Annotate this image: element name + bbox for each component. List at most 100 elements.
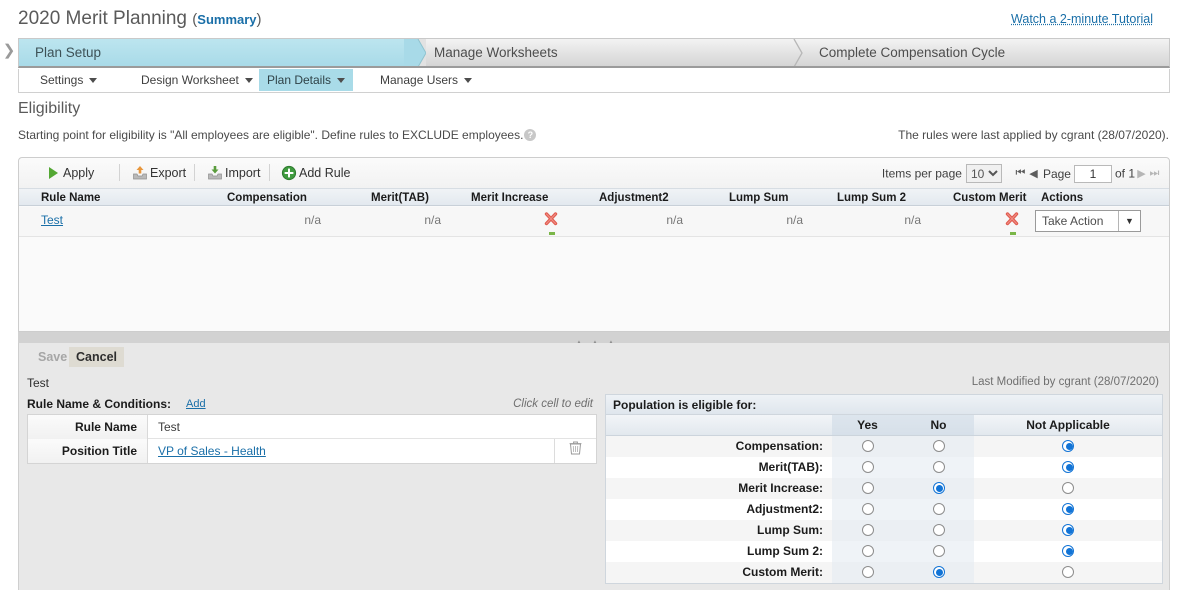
radio-cell-no[interactable] bbox=[903, 436, 974, 457]
radio-custom-merit-yes[interactable] bbox=[861, 565, 874, 578]
wizard-step-complete-cycle[interactable]: Complete Compensation Cycle bbox=[819, 39, 1164, 66]
radio-cell-yes[interactable] bbox=[832, 478, 903, 499]
prev-page-icon[interactable]: ◀ bbox=[1027, 167, 1040, 180]
radio-cell-yes[interactable] bbox=[832, 457, 903, 478]
radio-lump-sum-yes[interactable] bbox=[861, 523, 874, 536]
menu-item-manage-users[interactable]: Manage Users bbox=[371, 69, 481, 91]
menu-item-label: Plan Details bbox=[266, 73, 332, 87]
radio-compensation-not-applicable[interactable] bbox=[1062, 439, 1074, 452]
export-button[interactable]: Export bbox=[132, 164, 186, 182]
section-description: Starting point for eligibility is "All e… bbox=[18, 128, 537, 142]
radio-cell-yes[interactable] bbox=[832, 436, 903, 457]
cell-merit-tab: n/a bbox=[424, 213, 441, 227]
radio-lump-sum-not-applicable[interactable] bbox=[1062, 523, 1074, 536]
radio-cell-no[interactable] bbox=[903, 499, 974, 520]
last-page-icon[interactable]: ⏭ bbox=[1148, 167, 1161, 180]
radio-cell-not-applicable[interactable] bbox=[974, 541, 1162, 562]
radio-adjustment2-no[interactable] bbox=[932, 502, 945, 515]
eligibility-row-label: Adjustment2: bbox=[746, 502, 823, 516]
take-action-dropdown[interactable]: Take Action ▼ bbox=[1035, 210, 1141, 232]
radio-cell-not-applicable[interactable] bbox=[974, 520, 1162, 541]
wizard-step-manage-worksheets[interactable]: Manage Worksheets bbox=[434, 39, 789, 66]
radio-adjustment2-not-applicable[interactable] bbox=[1062, 502, 1074, 515]
apply-button[interactable]: Apply bbox=[45, 164, 94, 182]
radio-lump-sum-2-no[interactable] bbox=[932, 544, 945, 557]
items-per-page-select[interactable]: 10 bbox=[965, 164, 1002, 183]
radio-custom-merit-no[interactable] bbox=[932, 565, 945, 578]
condition-row-position-title: Position Title VP of Sales - Health bbox=[28, 439, 596, 463]
condition-value-rule-name[interactable]: Test bbox=[149, 415, 596, 439]
menu-item-settings[interactable]: Settings bbox=[31, 69, 106, 91]
page-label: Page bbox=[1042, 166, 1071, 181]
column-header-custom-merit[interactable]: Custom Merit bbox=[953, 189, 1026, 207]
radio-merit-increase-yes[interactable] bbox=[861, 481, 874, 494]
column-header-lump-sum-2[interactable]: Lump Sum 2 bbox=[837, 189, 906, 207]
column-header-merit-tab[interactable]: Merit(TAB) bbox=[371, 189, 429, 207]
section-title: Eligibility bbox=[18, 100, 81, 117]
radio-compensation-yes[interactable] bbox=[861, 439, 874, 452]
column-header-actions[interactable]: Actions bbox=[1041, 189, 1083, 207]
radio-merit-tab-no[interactable] bbox=[932, 460, 945, 473]
import-button[interactable]: Import bbox=[207, 164, 260, 182]
chevron-right-icon[interactable]: ❯ bbox=[2, 40, 16, 62]
column-header-compensation[interactable]: Compensation bbox=[227, 189, 307, 207]
radio-compensation-no[interactable] bbox=[932, 439, 945, 452]
rule-conditions-title: Rule Name & Conditions: bbox=[27, 397, 172, 411]
eligibility-matrix-title: Population is eligible for: bbox=[606, 395, 1162, 415]
column-header-adjustment2[interactable]: Adjustment2 bbox=[599, 189, 669, 207]
add-rule-button[interactable]: Add Rule bbox=[281, 164, 350, 182]
radio-cell-not-applicable[interactable] bbox=[974, 478, 1162, 499]
radio-cell-not-applicable[interactable] bbox=[974, 457, 1162, 478]
trash-icon bbox=[569, 441, 582, 458]
eligibility-row-compensation: Compensation: bbox=[606, 436, 1162, 457]
radio-merit-increase-no[interactable] bbox=[932, 481, 945, 494]
column-header-lump-sum[interactable]: Lump Sum bbox=[729, 189, 788, 207]
radio-adjustment2-yes[interactable] bbox=[861, 502, 874, 515]
column-header-rule-name[interactable]: Rule Name bbox=[41, 189, 100, 207]
first-page-icon[interactable]: ⏮ bbox=[1014, 167, 1027, 180]
radio-merit-tab-not-applicable[interactable] bbox=[1062, 460, 1074, 473]
radio-lump-sum-2-not-applicable[interactable] bbox=[1062, 544, 1074, 557]
menu-item-design-worksheet[interactable]: Design Worksheet bbox=[132, 69, 262, 91]
radio-cell-not-applicable[interactable] bbox=[974, 562, 1162, 583]
radio-cell-not-applicable[interactable] bbox=[974, 499, 1162, 520]
wizard-step-plan-setup[interactable]: Plan Setup bbox=[19, 39, 404, 66]
cell-merit-increase-x-icon[interactable] bbox=[543, 211, 559, 227]
summary-link[interactable]: Summary bbox=[197, 12, 256, 27]
add-condition-link[interactable]: Add bbox=[186, 394, 206, 414]
next-page-icon[interactable]: ▶ bbox=[1135, 167, 1148, 180]
radio-lump-sum-no[interactable] bbox=[932, 523, 945, 536]
condition-value-position-title[interactable]: VP of Sales - Health bbox=[149, 439, 554, 463]
radio-merit-tab-yes[interactable] bbox=[861, 460, 874, 473]
radio-lump-sum-2-yes[interactable] bbox=[861, 544, 874, 557]
radio-cell-no[interactable] bbox=[903, 562, 974, 583]
help-circle-icon[interactable]: ? bbox=[524, 129, 537, 142]
delete-condition-button[interactable] bbox=[554, 439, 596, 463]
radio-cell-yes[interactable] bbox=[832, 520, 903, 541]
position-title-link[interactable]: VP of Sales - Health bbox=[158, 444, 266, 458]
panel-splitter[interactable]: ▲▲▲ bbox=[18, 332, 1170, 347]
radio-cell-no[interactable] bbox=[903, 520, 974, 541]
save-button[interactable]: Save bbox=[31, 347, 74, 367]
cell-rule-name[interactable]: Test bbox=[41, 207, 63, 237]
eligibility-matrix: Population is eligible for: Yes No Not A… bbox=[605, 394, 1163, 584]
cell-custom-merit-x-icon[interactable] bbox=[1004, 211, 1020, 227]
menu-item-plan-details[interactable]: Plan Details bbox=[259, 69, 353, 91]
tutorial-link[interactable]: Watch a 2-minute Tutorial bbox=[1011, 12, 1153, 26]
column-header-merit-increase[interactable]: Merit Increase bbox=[471, 189, 548, 207]
eligibility-row-label: Lump Sum: bbox=[757, 523, 823, 537]
radio-cell-yes[interactable] bbox=[832, 562, 903, 583]
eligibility-row-label: Lump Sum 2: bbox=[746, 544, 823, 558]
radio-cell-no[interactable] bbox=[903, 478, 974, 499]
eligibility-row-merit-increase: Merit Increase: bbox=[606, 478, 1162, 499]
radio-cell-no[interactable] bbox=[903, 541, 974, 562]
chevron-down-icon[interactable]: ▼ bbox=[1118, 211, 1140, 231]
radio-merit-increase-not-applicable[interactable] bbox=[1062, 481, 1074, 494]
radio-cell-yes[interactable] bbox=[832, 541, 903, 562]
page-number-input[interactable] bbox=[1073, 164, 1112, 183]
radio-cell-no[interactable] bbox=[903, 457, 974, 478]
radio-cell-yes[interactable] bbox=[832, 499, 903, 520]
radio-custom-merit-not-applicable[interactable] bbox=[1062, 565, 1074, 578]
cancel-button[interactable]: Cancel bbox=[69, 347, 124, 367]
radio-cell-not-applicable[interactable] bbox=[974, 436, 1162, 457]
